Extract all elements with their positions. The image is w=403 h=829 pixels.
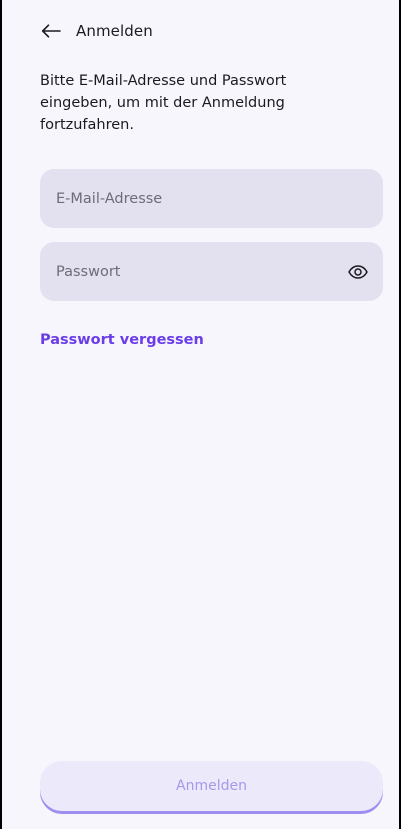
instruction-text: Bitte E-Mail-Adresse und Passwort eingeb… <box>40 73 287 133</box>
arrow-left-icon <box>41 24 61 38</box>
password-field-container <box>40 242 383 301</box>
toggle-password-visibility-button[interactable] <box>345 259 371 285</box>
header: Anmelden <box>40 17 153 45</box>
eye-icon <box>348 264 368 279</box>
forgot-password-link[interactable]: Passwort vergessen <box>40 332 204 348</box>
back-button[interactable] <box>40 20 62 42</box>
email-field-container <box>40 169 383 228</box>
login-screen: Anmelden Bitte E-Mail-Adresse und Passwo… <box>0 0 401 829</box>
page-title: Anmelden <box>76 22 153 40</box>
password-field[interactable] <box>56 242 345 301</box>
login-submit-button[interactable]: Anmelden <box>40 761 383 811</box>
email-field[interactable] <box>56 169 367 228</box>
